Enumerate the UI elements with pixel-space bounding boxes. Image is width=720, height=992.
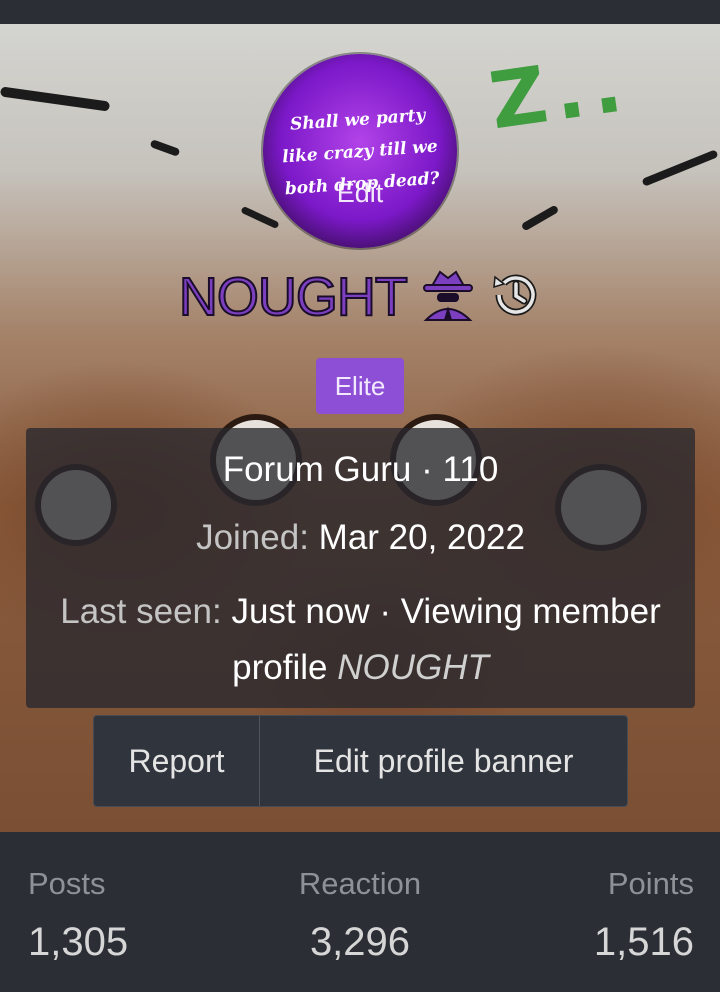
separator: ·: [421, 450, 433, 489]
banner-art: [641, 149, 719, 187]
report-button[interactable]: Report: [94, 716, 260, 806]
last-seen-line: Last seen: Just now · Viewing member pro…: [44, 584, 677, 696]
username-row: NOUGHT: [0, 266, 720, 328]
avatar-edit-button[interactable]: Edit: [263, 178, 457, 209]
banner-art: [520, 204, 560, 232]
stat-label: Posts: [28, 866, 106, 901]
banner-art: [0, 86, 111, 112]
joined-date: Mar 20, 2022: [318, 518, 525, 557]
avatar[interactable]: Shall we party like crazy till we both d…: [263, 54, 457, 248]
banner-art: [149, 139, 181, 157]
stat-label: Reaction: [298, 866, 422, 901]
stats-bar: Posts 1,305 Reaction 3,296 Points 1,516: [0, 832, 720, 992]
member-level: 110: [442, 450, 499, 489]
stat-label: Points: [607, 866, 694, 901]
profile-actions: Report Edit profile banner: [93, 715, 628, 807]
top-bar: [0, 0, 720, 24]
activity-target-link[interactable]: NOUGHT: [337, 648, 489, 687]
separator: ·: [379, 592, 391, 631]
member-info-panel: Forum Guru · 110 Joined: Mar 20, 2022 La…: [26, 428, 695, 708]
joined-line: Joined: Mar 20, 2022: [26, 518, 695, 558]
banner-art-text: Z..: [484, 38, 636, 148]
stat-posts[interactable]: Posts 1,305: [28, 866, 128, 965]
username[interactable]: NOUGHT: [178, 266, 409, 328]
joined-label: Joined:: [196, 518, 309, 557]
member-title: Forum Guru: [222, 450, 412, 489]
banner-art: [240, 205, 280, 230]
stat-reaction[interactable]: Reaction 3,296: [260, 866, 460, 965]
user-title-badge: Elite: [316, 358, 404, 414]
stat-value: 1,305: [28, 920, 129, 964]
edit-profile-banner-button[interactable]: Edit profile banner: [260, 716, 627, 806]
stat-points[interactable]: Points 1,516: [594, 866, 694, 965]
last-seen-label: Last seen:: [60, 592, 222, 631]
spy-icon: [418, 268, 478, 326]
stat-value: 1,516: [593, 920, 694, 964]
last-seen-value: Just now: [231, 592, 370, 631]
member-title-line: Forum Guru · 110: [26, 450, 695, 490]
stat-value: 3,296: [309, 920, 411, 964]
history-icon[interactable]: [489, 269, 541, 325]
